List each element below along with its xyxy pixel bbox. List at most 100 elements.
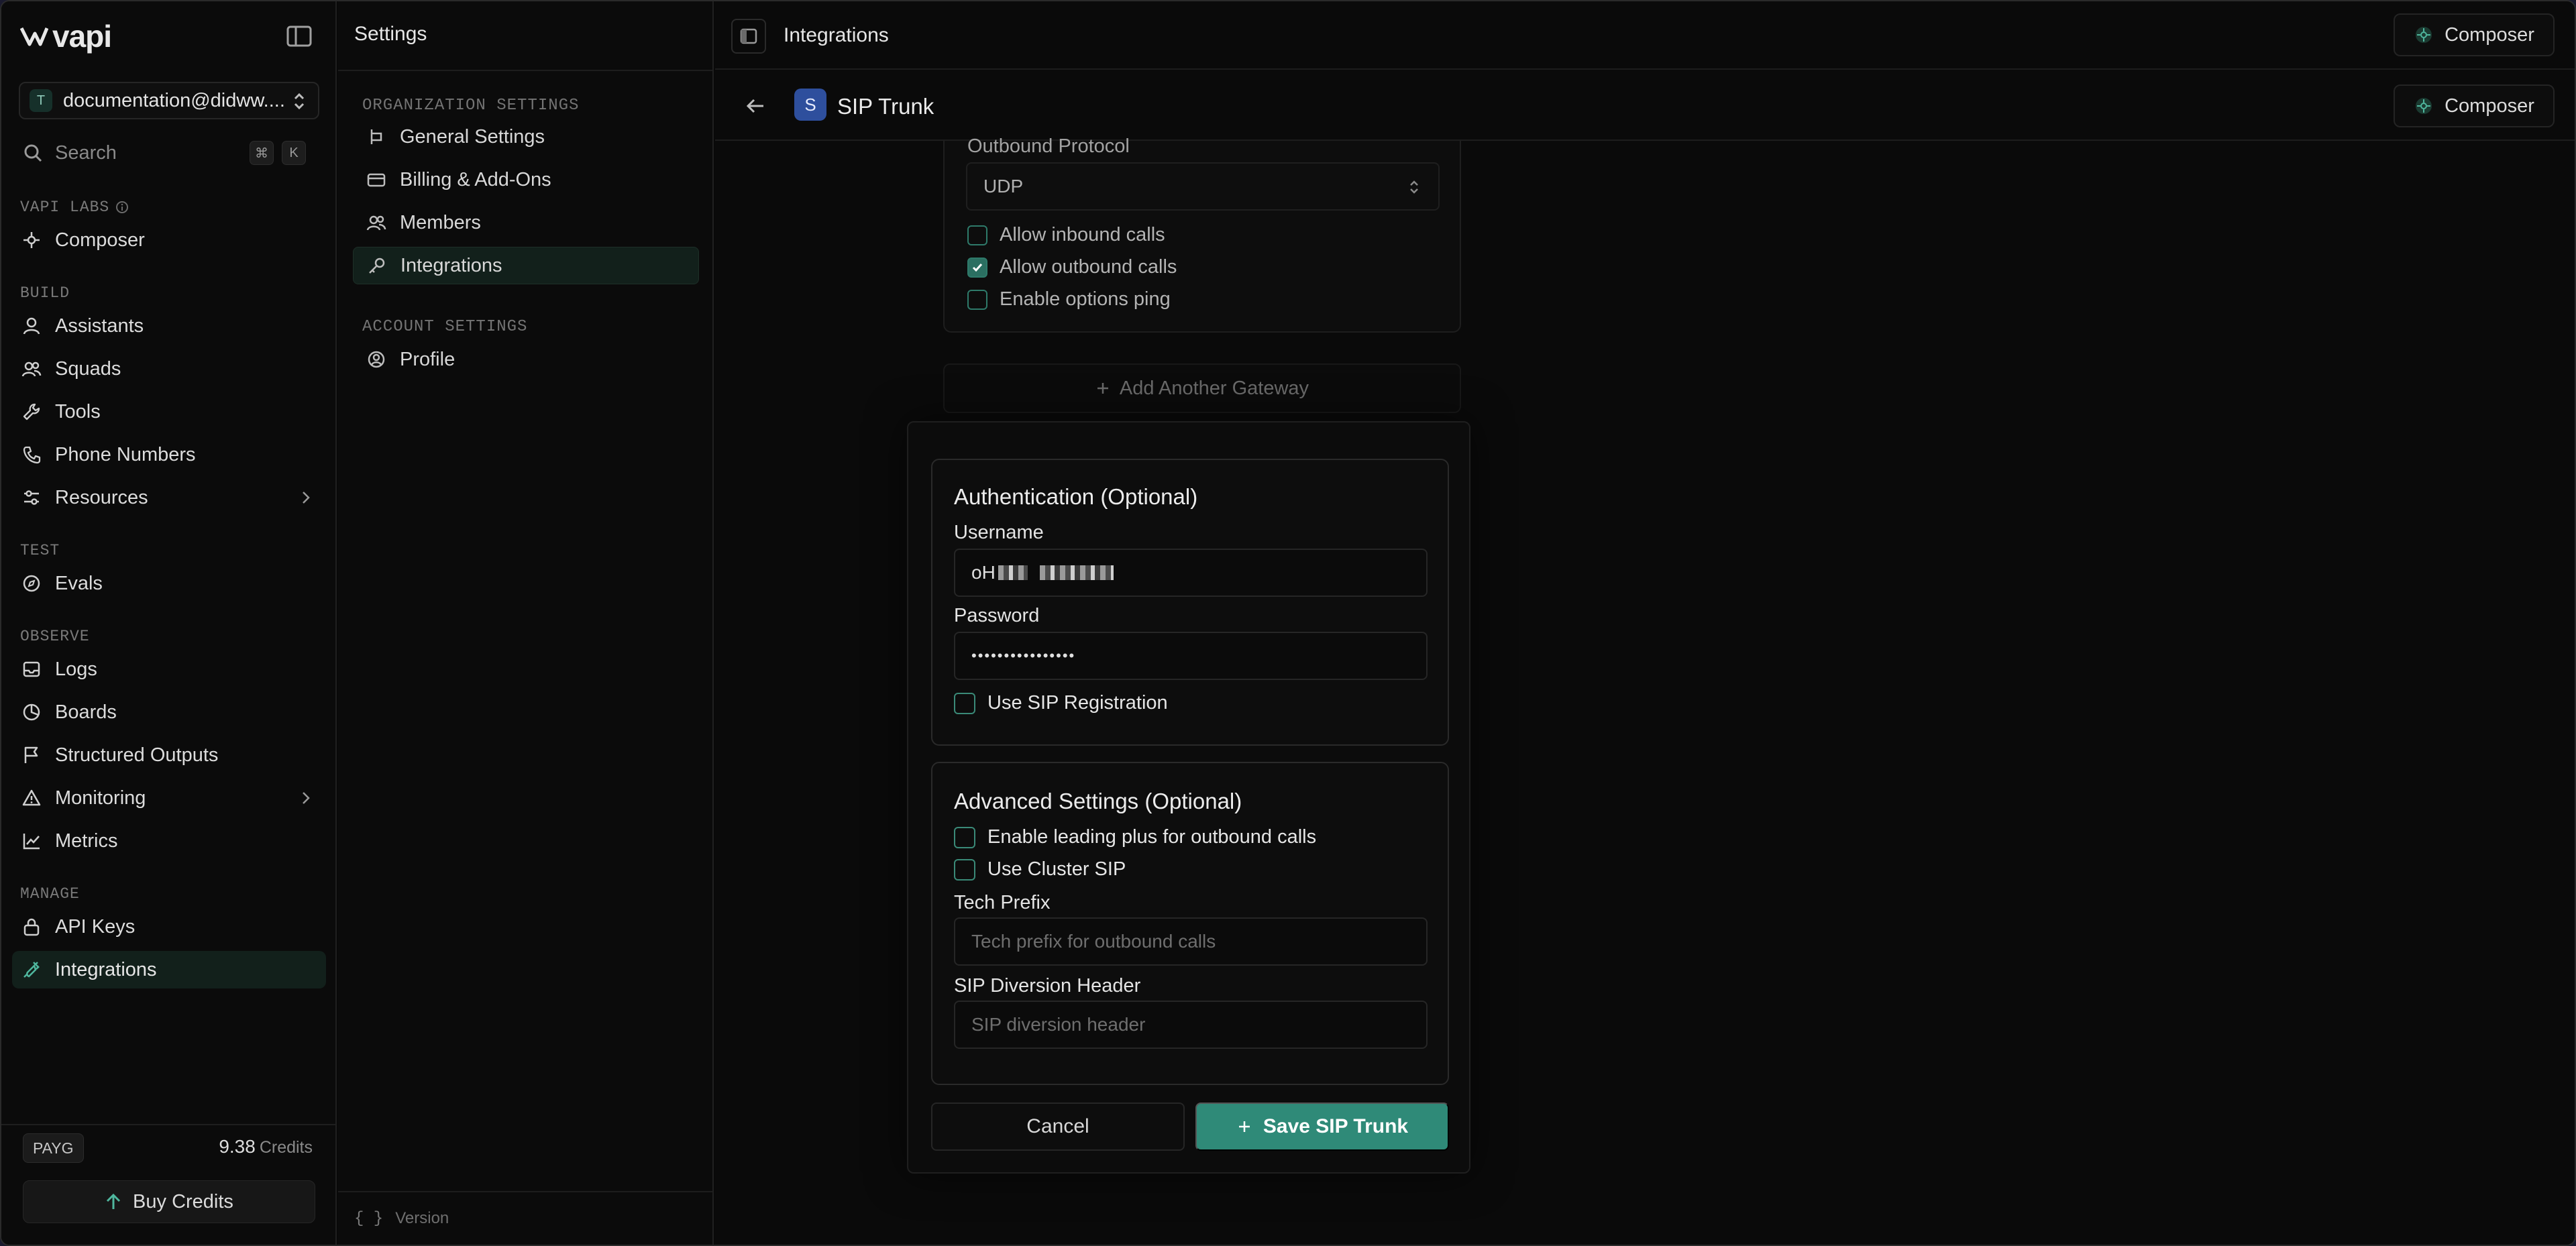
outbound-protocol-value: UDP — [983, 176, 1024, 196]
phone-icon — [21, 445, 42, 465]
sidebar-item-metrics[interactable]: Metrics — [12, 822, 326, 860]
sidebar-item-integrations[interactable]: Integrations — [12, 951, 326, 988]
tech-prefix-label: Tech Prefix — [954, 892, 1051, 913]
leading-plus-row[interactable]: Enable leading plus for outbound calls — [954, 826, 1316, 848]
check-icon — [972, 263, 983, 272]
inbox-icon — [21, 659, 42, 679]
panel-icon — [740, 28, 757, 44]
allow-inbound-checkbox[interactable] — [967, 225, 987, 245]
tech-prefix-input[interactable] — [954, 917, 1428, 966]
account-settings-label: ACCOUNT SETTINGS — [362, 318, 528, 336]
vapi-logo[interactable]: vapi — [20, 19, 112, 54]
cancel-button[interactable]: Cancel — [931, 1102, 1185, 1151]
allow-inbound-row[interactable]: Allow inbound calls — [967, 224, 1165, 246]
org-selector[interactable]: T documentation@didww.... — [19, 82, 319, 119]
composer-button-top[interactable]: Composer — [2394, 13, 2555, 56]
users-icon — [21, 359, 42, 379]
sidebar-item-api-keys[interactable]: API Keys — [12, 908, 326, 946]
settings-item-integrations[interactable]: Integrations — [353, 247, 699, 284]
shortcut-cmd-key: ⌘ — [250, 141, 274, 165]
plus-icon — [1238, 1121, 1250, 1132]
sidebar-item-resources[interactable]: Resources — [12, 479, 326, 516]
search-bar[interactable]: ⌘ K — [19, 134, 319, 172]
buy-credits-button[interactable]: Buy Credits — [23, 1180, 315, 1223]
sidebar-item-logs[interactable]: Logs — [12, 650, 326, 688]
sidebar-item-tools[interactable]: Tools — [12, 393, 326, 431]
diversion-header-input[interactable] — [954, 1001, 1428, 1049]
settings-item-general[interactable]: General Settings — [353, 118, 699, 156]
compass-icon — [21, 573, 42, 593]
cluster-sip-checkbox[interactable] — [954, 858, 975, 881]
cluster-sip-row[interactable]: Use Cluster SIP — [954, 858, 1126, 881]
options-ping-row[interactable]: Enable options ping — [967, 288, 1171, 310]
composer-icon — [2416, 98, 2432, 114]
settings-panel: Settings ORGANIZATION SETTINGS General S… — [338, 1, 714, 1245]
sidebar-item-label: Tools — [55, 400, 101, 422]
sidebar-item-monitoring[interactable]: Monitoring — [12, 779, 326, 817]
sip-registration-checkbox[interactable] — [954, 692, 975, 714]
settings-item-members[interactable]: Members — [353, 204, 699, 241]
add-gateway-label: Add Another Gateway — [1119, 377, 1309, 399]
panel-toggle-button[interactable] — [731, 19, 766, 54]
chevron-right-icon — [299, 790, 313, 809]
chevron-updown-icon — [1407, 178, 1421, 201]
settings-sliders-icon — [366, 127, 386, 147]
sidebar-item-phone-numbers[interactable]: Phone Numbers — [12, 436, 326, 473]
sliders-icon — [21, 488, 42, 508]
lock-icon — [21, 917, 42, 937]
sub-header: S SIP Trunk Composer — [715, 71, 2575, 141]
plug-icon — [21, 960, 42, 980]
sip-registration-label: Use SIP Registration — [987, 692, 1168, 714]
outbound-protocol-label: Outbound Protocol — [967, 135, 1130, 157]
password-field[interactable] — [954, 632, 1428, 680]
sidebar-item-assistants[interactable]: Assistants — [12, 307, 326, 345]
buy-credits-label: Buy Credits — [133, 1190, 233, 1212]
back-arrow-icon[interactable] — [743, 94, 767, 118]
composer-button-sub[interactable]: Composer — [2394, 84, 2555, 127]
sidebar-item-evals[interactable]: Evals — [12, 565, 326, 602]
sidebar-toggle-icon[interactable] — [286, 24, 313, 48]
chevron-right-icon — [299, 490, 313, 509]
credits-unit: Credits — [259, 1138, 313, 1157]
settings-item-label: Integrations — [400, 254, 502, 276]
arrow-up-icon — [106, 1193, 121, 1209]
settings-item-label: Profile — [400, 348, 455, 370]
add-gateway-button[interactable]: Add Another Gateway — [943, 363, 1461, 413]
org-badge: T — [30, 89, 52, 112]
search-input[interactable] — [55, 141, 256, 164]
sidebar-item-structured-outputs[interactable]: Structured Outputs — [12, 736, 326, 774]
options-ping-checkbox[interactable] — [967, 289, 987, 310]
allow-outbound-row[interactable]: Allow outbound calls — [967, 256, 1177, 278]
composer-icon — [21, 230, 42, 250]
page-title: Integrations — [784, 24, 889, 46]
save-sip-trunk-button[interactable]: Save SIP Trunk — [1195, 1102, 1449, 1151]
sidebar-item-squads[interactable]: Squads — [12, 350, 326, 388]
sip-registration-row[interactable]: Use SIP Registration — [954, 692, 1168, 714]
version-row: { } Version — [338, 1191, 712, 1245]
redacted-block — [998, 565, 1028, 580]
outbound-protocol-select[interactable]: UDP — [966, 162, 1440, 211]
plan-badge: PAYG — [23, 1133, 84, 1163]
leading-plus-checkbox[interactable] — [954, 826, 975, 848]
settings-item-label: Members — [400, 211, 481, 233]
sip-trunk-badge: S — [794, 89, 826, 121]
username-field[interactable]: oH — [954, 549, 1428, 597]
allow-outbound-label: Allow outbound calls — [1000, 256, 1177, 278]
sidebar-item-label: Boards — [55, 701, 117, 723]
sidebar-item-label: Squads — [55, 357, 121, 380]
cluster-sip-label: Use Cluster SIP — [987, 858, 1126, 880]
sidebar-item-composer[interactable]: Composer — [12, 221, 326, 259]
allow-outbound-checkbox[interactable] — [967, 257, 987, 278]
leading-plus-label: Enable leading plus for outbound calls — [987, 826, 1317, 848]
org-settings-label: ORGANIZATION SETTINGS — [362, 97, 580, 115]
logo-text: vapi — [52, 19, 112, 54]
sidebar-item-boards[interactable]: Boards — [12, 693, 326, 731]
settings-item-profile[interactable]: Profile — [353, 341, 699, 378]
sidebar-item-label: Structured Outputs — [55, 744, 219, 766]
sidebar-item-label: Phone Numbers — [55, 443, 196, 465]
version-label: Version — [395, 1209, 449, 1227]
top-bar: Integrations Composer — [715, 1, 2575, 70]
settings-item-billing[interactable]: Billing & Add-Ons — [353, 161, 699, 199]
main-sidebar: vapi T documentation@didww.... ⌘ K VAPI … — [1, 1, 337, 1245]
sidebar-item-label: Integrations — [55, 958, 157, 980]
